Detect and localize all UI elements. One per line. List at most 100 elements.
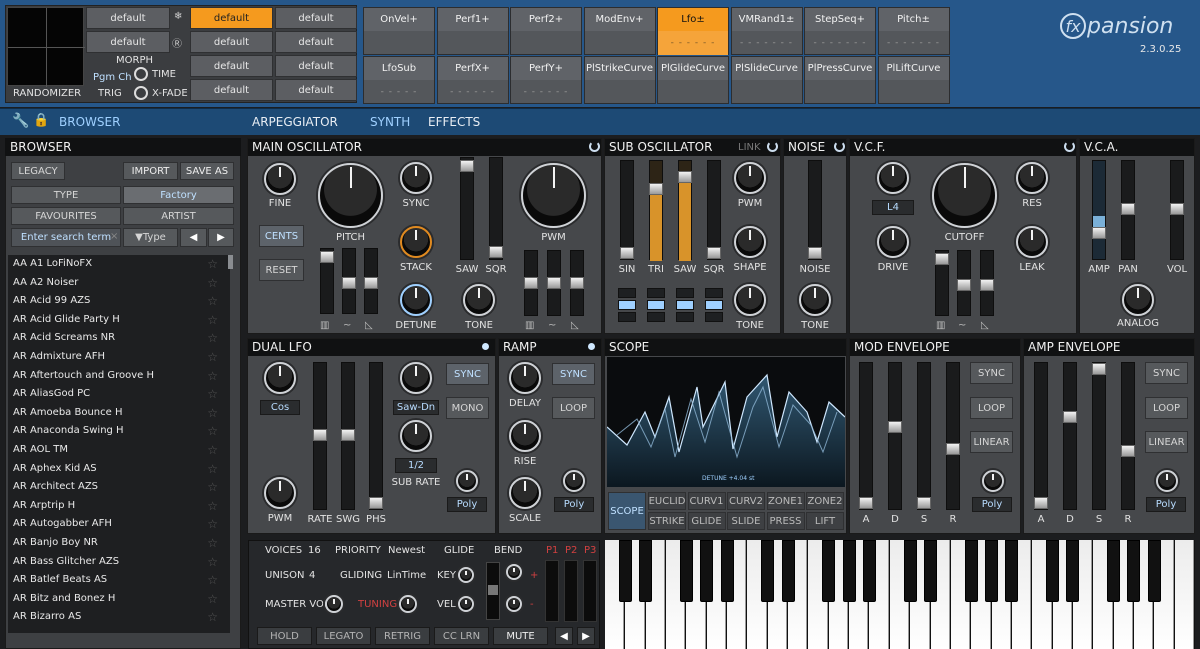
analog-knob[interactable] [1122, 284, 1154, 316]
fine-knob[interactable] [264, 163, 296, 195]
import-button[interactable]: IMPORT [123, 162, 178, 180]
list-item[interactable]: AR AliasGod PC ☆ [8, 385, 230, 404]
noise-power-icon[interactable] [834, 141, 845, 152]
pitch-knob[interactable] [318, 163, 383, 228]
preset-list[interactable]: AA A1 LoFiNoFX ☆ AA A2 Noiser ☆ AR Acid 99 A… [8, 255, 230, 633]
black-key[interactable] [679, 540, 693, 602]
sub-step[interactable] [676, 300, 694, 310]
amp-sustain-fader[interactable] [1092, 362, 1106, 510]
scale-knob[interactable] [509, 477, 541, 509]
star-icon[interactable]: ☆ [207, 515, 218, 534]
black-key[interactable] [862, 540, 876, 602]
macro-slot[interactable]: LfoSub - - - - - [363, 56, 435, 104]
amp-attack-fader[interactable] [1034, 362, 1048, 510]
lfo-poly-knob[interactable] [456, 470, 478, 492]
sub-step[interactable] [647, 312, 665, 322]
bend-down-knob[interactable] [506, 596, 522, 612]
black-key[interactable] [903, 540, 917, 602]
sin-fader[interactable] [620, 160, 634, 260]
macro-slot[interactable]: Perf2+ [510, 7, 582, 55]
scope-mode-tab[interactable]: STRIKE [648, 512, 686, 530]
star-icon[interactable]: ☆ [207, 441, 218, 460]
lfo1-shape-knob[interactable] [264, 362, 296, 394]
star-icon[interactable]: ☆ [207, 608, 218, 627]
sub-step[interactable] [618, 312, 636, 322]
macro-slot[interactable]: PlStrikeCurve [583, 56, 656, 104]
star-icon[interactable]: ☆ [207, 404, 218, 423]
clear-icon[interactable]: × [110, 231, 118, 242]
drive-knob[interactable] [877, 226, 909, 258]
xy-pad[interactable] [7, 7, 85, 87]
type-filter-dropdown[interactable]: ▼Type [123, 228, 178, 247]
preset-slot[interactable]: default [190, 55, 273, 77]
black-key[interactable] [1147, 540, 1161, 602]
amp-loop-button[interactable]: LOOP [1145, 397, 1188, 419]
star-icon[interactable]: ☆ [207, 478, 218, 497]
list-item[interactable]: AR Bass Glitcher AZS ☆ [8, 553, 230, 572]
scope-mode-tab[interactable]: CURV2 [727, 492, 765, 510]
list-item[interactable]: AR Acid 99 AZS ☆ [8, 292, 230, 311]
preset-slot[interactable]: default [190, 79, 273, 101]
delay-knob[interactable] [509, 362, 541, 394]
saveas-button[interactable]: SAVE AS [180, 162, 234, 180]
shape-fader-2[interactable] [342, 248, 356, 314]
mod-poly-knob[interactable] [982, 470, 1004, 492]
pan-fader[interactable] [1121, 160, 1135, 260]
star-icon[interactable]: ☆ [207, 255, 218, 274]
ramp-sync-button[interactable]: SYNC [552, 363, 595, 385]
tab-browser[interactable]: BROWSER [59, 115, 120, 129]
favourites-button[interactable]: FAVOURITES [11, 207, 121, 225]
black-key[interactable] [720, 540, 734, 602]
pwm-fader-1[interactable] [524, 250, 538, 316]
mod-sustain-fader[interactable] [917, 362, 931, 510]
star-icon[interactable]: ☆ [207, 497, 218, 516]
res-knob[interactable] [1016, 162, 1048, 194]
list-item[interactable]: AA A1 LoFiNoFX ☆ [8, 255, 230, 274]
macro-slot[interactable]: StepSeq+ - - - - - - - [804, 7, 876, 55]
list-item[interactable]: AR Aphex Kid AS ☆ [8, 460, 230, 479]
octave-down-icon[interactable]: ◀ [555, 627, 573, 645]
sub-step[interactable] [618, 288, 636, 298]
saw-fader[interactable] [678, 160, 692, 261]
amp-sync-button[interactable]: SYNC [1145, 362, 1188, 384]
scope-tab[interactable]: SCOPE [608, 492, 646, 530]
wrench-icon[interactable]: 🔧 [12, 113, 29, 129]
p2-strip[interactable] [564, 560, 578, 622]
noise-fader[interactable] [808, 160, 822, 260]
white-key[interactable] [1174, 540, 1194, 649]
black-key[interactable] [1066, 540, 1080, 602]
lfo2-shape-knob[interactable] [400, 362, 432, 394]
preset-slot[interactable]: default [275, 31, 357, 53]
tab-effects[interactable]: EFFECTS [428, 115, 480, 129]
macro-slot[interactable]: PlGlideCurve [657, 56, 729, 104]
scope-mode-tab[interactable]: PRESS [766, 512, 805, 530]
list-item[interactable]: AR Bizarro AS ☆ [8, 608, 230, 627]
octave-up-icon[interactable]: ▶ [577, 627, 595, 645]
black-key[interactable] [822, 540, 836, 602]
macro-slot[interactable]: PlPressCurve [804, 56, 876, 104]
ramp-poly-knob[interactable] [563, 470, 585, 492]
preset-slot[interactable]: default [275, 79, 357, 101]
star-icon[interactable]: ☆ [207, 292, 218, 311]
pwm-fader-2[interactable] [547, 250, 561, 316]
tri-fader[interactable] [649, 160, 663, 261]
sub-step[interactable] [618, 300, 636, 310]
black-key[interactable] [618, 540, 632, 602]
list-item[interactable]: AR Acid Screams NR ☆ [8, 329, 230, 348]
sub-step[interactable] [705, 288, 723, 298]
lfo2-shape-select[interactable]: Saw-Dn [393, 400, 439, 415]
macro-slot[interactable]: Lfo± - - - - - - [657, 7, 729, 55]
black-key[interactable] [964, 540, 978, 602]
mod-attack-fader[interactable] [859, 362, 873, 510]
scope-mode-tab[interactable]: CURV1 [687, 492, 726, 510]
preset-slot[interactable]: default [86, 7, 170, 29]
lfo-mono-button[interactable]: MONO [446, 397, 489, 419]
macro-slot[interactable]: VMRand1± - - - - - - - [730, 7, 803, 55]
link-toggle[interactable]: LINK [738, 142, 761, 153]
p1-strip[interactable] [545, 560, 559, 622]
tuning-knob[interactable] [399, 595, 417, 613]
sub-step[interactable] [647, 288, 665, 298]
macro-slot[interactable]: ModEnv+ [583, 7, 656, 55]
tab-arpeggiator[interactable]: ARPEGGIATOR [252, 115, 338, 129]
mod-linear-button[interactable]: LINEAR [970, 431, 1013, 453]
